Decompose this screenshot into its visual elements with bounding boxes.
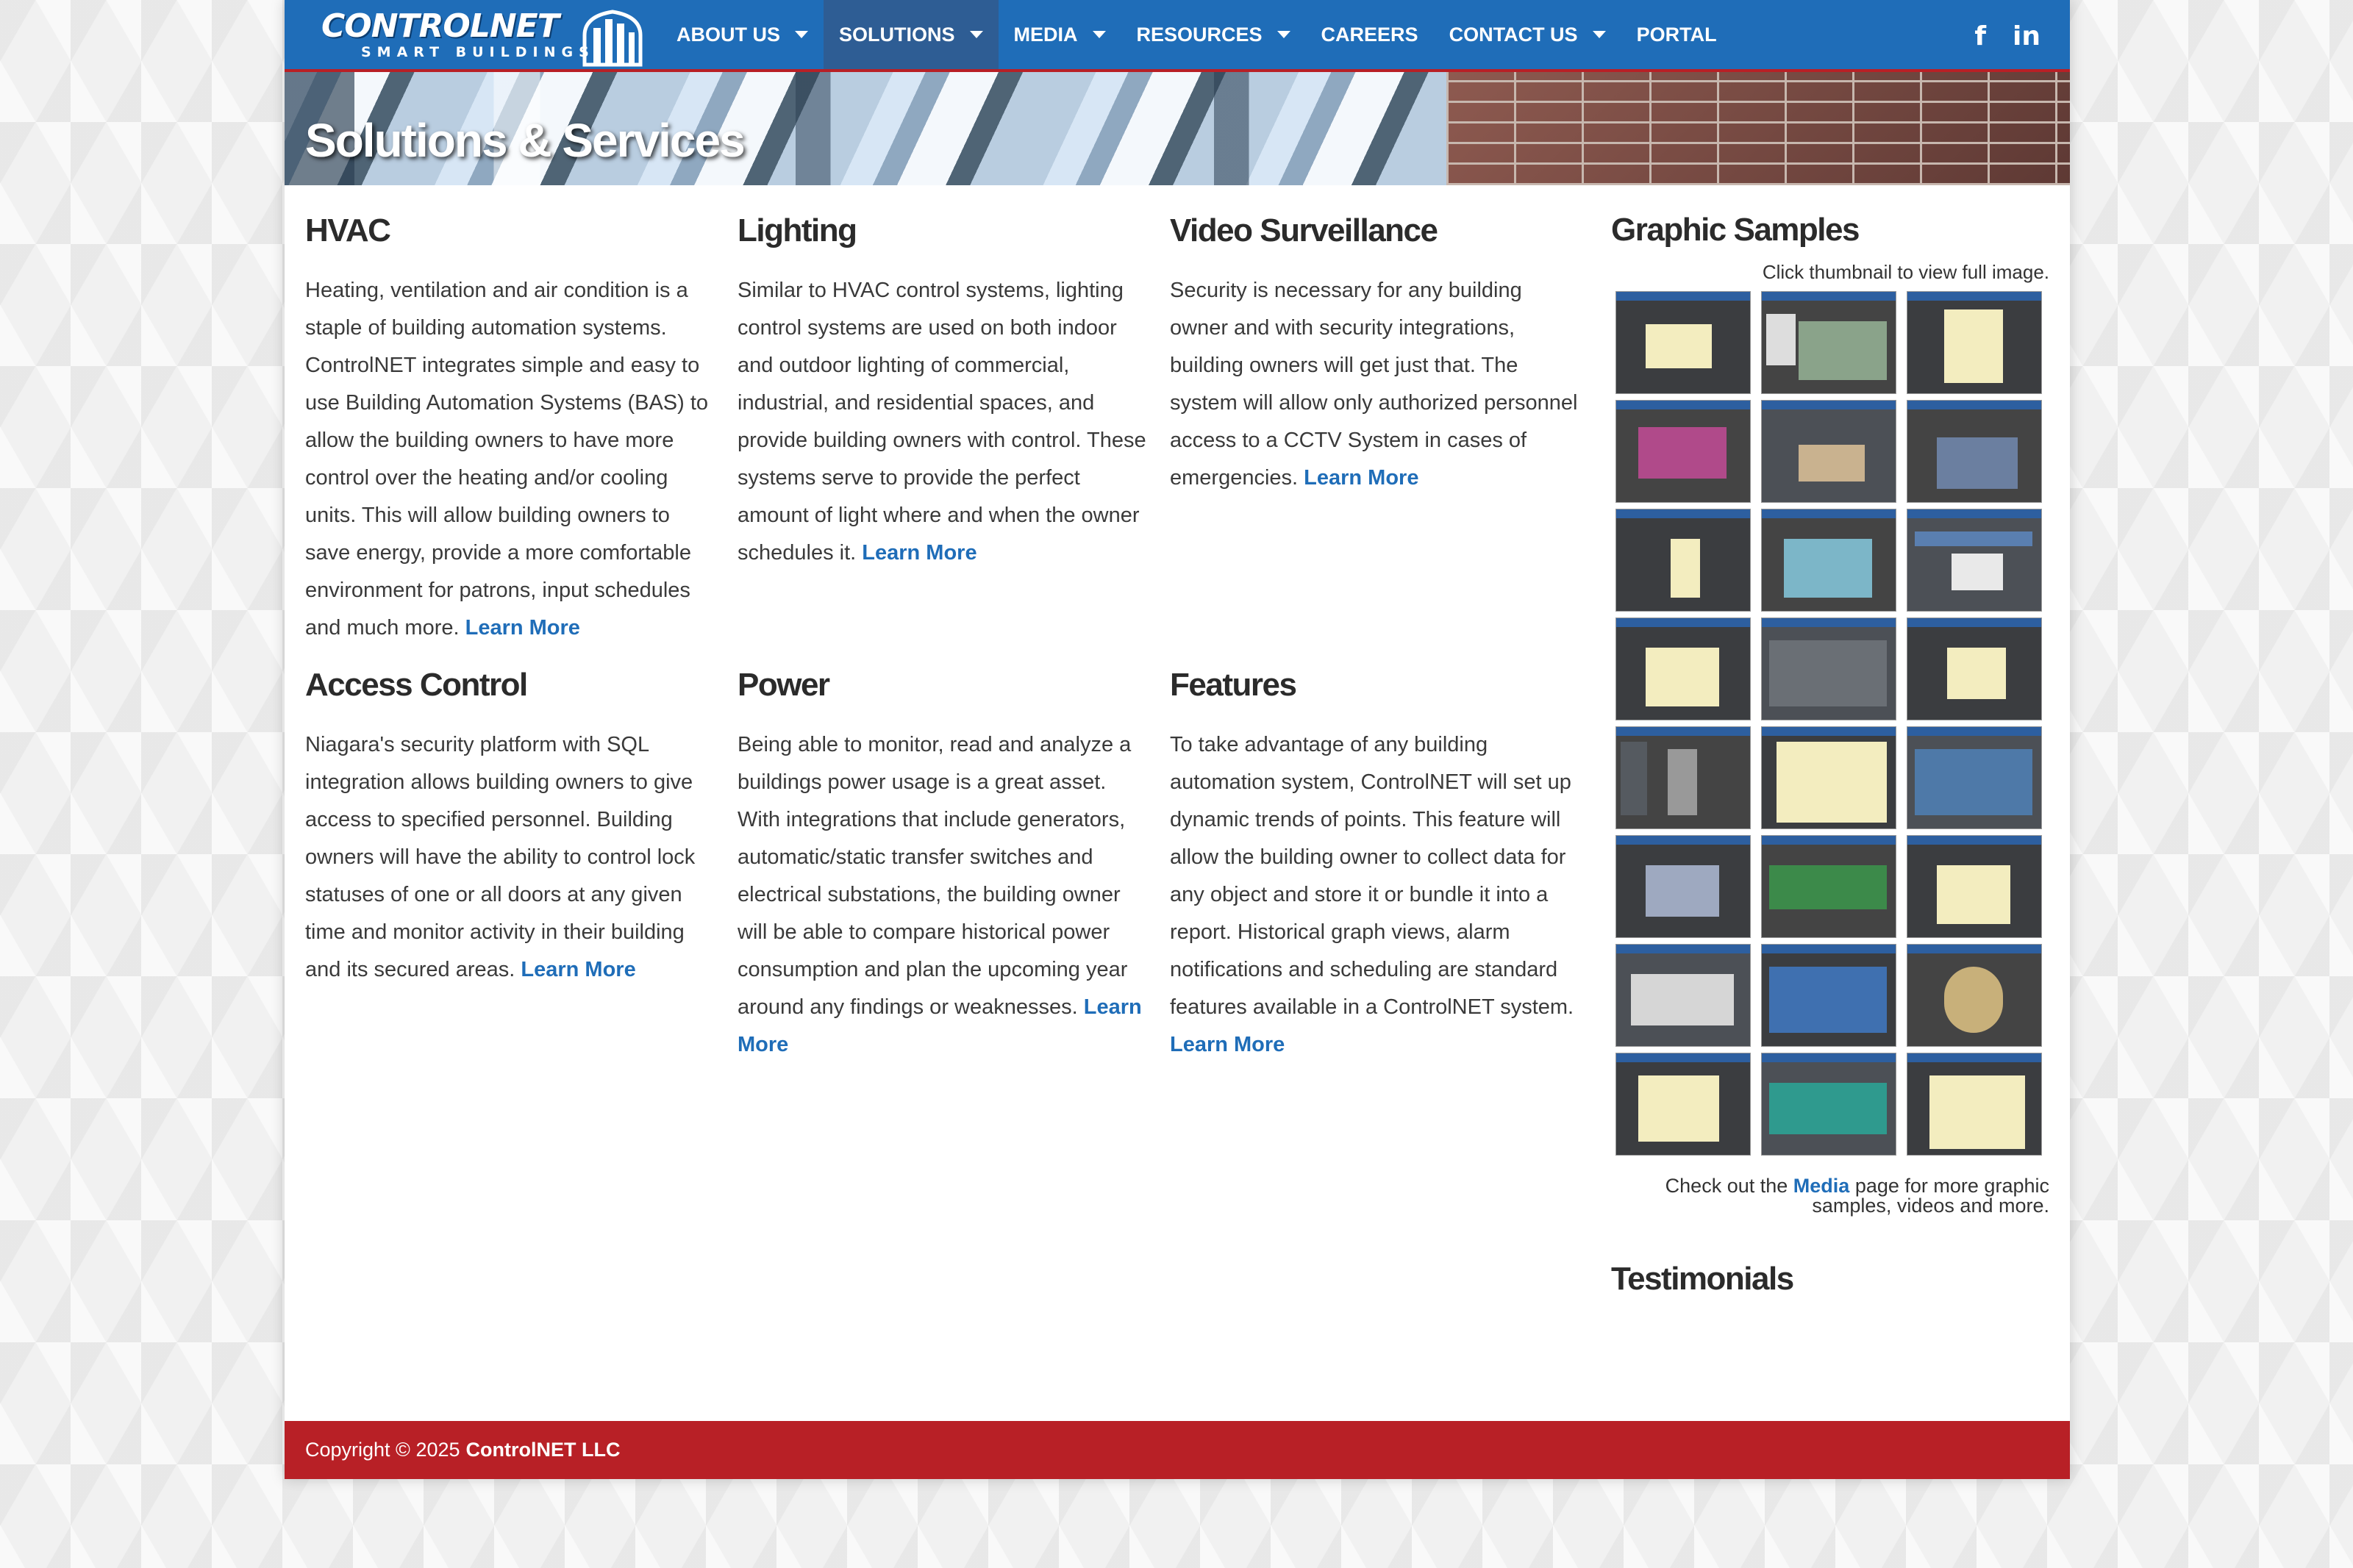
caret-down-icon <box>1092 31 1106 38</box>
section-text: Heating, ventilation and air condition i… <box>305 279 709 640</box>
graphic-thumbnail[interactable] <box>1615 291 1751 394</box>
graphic-thumbnail[interactable] <box>1615 944 1751 1047</box>
nav-contact-us-label: CONTACT US <box>1449 23 1578 46</box>
section-body: Similar to HVAC control systems, lightin… <box>738 272 1149 572</box>
section-body: Being able to monitor, read and analyze … <box>738 726 1149 1064</box>
section-text: Niagara's security platform with SQL int… <box>305 733 696 981</box>
section-title: Lighting <box>738 212 857 248</box>
facebook-icon[interactable]: f <box>1974 21 1986 53</box>
section-title: Features <box>1170 667 1297 703</box>
graphic-thumbnail[interactable] <box>1907 726 2042 829</box>
section-body: To take advantage of any building automa… <box>1170 726 1582 1064</box>
thumbnail-hint: Click thumbnail to view full image. <box>1762 261 2049 283</box>
linkedin-icon[interactable]: in <box>2013 21 2040 53</box>
graphic-thumbnail[interactable] <box>1615 1053 1751 1156</box>
nav-media-label: MEDIA <box>1013 23 1078 46</box>
graphic-thumbnail[interactable] <box>1615 617 1751 720</box>
sidebar-title: Graphic Samples <box>1611 212 1860 248</box>
media-note: Check out the Media page for more graphi… <box>1611 1176 2049 1216</box>
nav-resources[interactable]: RESOURCES <box>1121 0 1306 69</box>
nav-careers[interactable]: CAREERS <box>1306 0 1434 69</box>
caret-down-icon <box>1277 31 1290 38</box>
section-power: Power Being able to monitor, read and an… <box>738 665 1149 1064</box>
banner-brick-image <box>1446 72 2070 185</box>
section-text: To take advantage of any building automa… <box>1170 733 1574 1019</box>
nav-media[interactable]: MEDIA <box>999 0 1121 69</box>
caret-down-icon <box>1592 31 1606 38</box>
logo-subtitle: SMART BUILDINGS <box>361 44 595 60</box>
nav-solutions[interactable]: SOLUTIONS <box>824 0 999 69</box>
social-links: f in <box>1974 21 2040 53</box>
graphic-thumbnail[interactable] <box>1761 291 1896 394</box>
section-body: Niagara's security platform with SQL int… <box>305 726 717 989</box>
media-note-prefix: Check out the <box>1665 1175 1788 1197</box>
graphic-thumbnail[interactable] <box>1761 944 1896 1047</box>
logo-title: CONTROLNET <box>321 7 560 45</box>
nav-solutions-label: SOLUTIONS <box>839 23 955 46</box>
building-logo-icon <box>582 10 643 67</box>
testimonials-title: Testimonials <box>1611 1261 1794 1297</box>
section-body: Security is necessary for any building o… <box>1170 272 1582 497</box>
graphic-thumbnail[interactable] <box>1761 617 1896 720</box>
nav-resources-label: RESOURCES <box>1136 23 1263 46</box>
nav-about-us-label: ABOUT US <box>676 23 780 46</box>
section-text: Similar to HVAC control systems, lightin… <box>738 279 1146 565</box>
graphic-thumbnail[interactable] <box>1907 617 2042 720</box>
main-nav: ABOUT US SOLUTIONS MEDIA RESOURCES CAREE… <box>661 0 1732 72</box>
graphic-thumbnail[interactable] <box>1907 944 2042 1047</box>
graphic-thumbnail[interactable] <box>1761 835 1896 938</box>
nav-portal[interactable]: PORTAL <box>1621 0 1732 69</box>
nav-careers-label: CAREERS <box>1321 23 1418 46</box>
caret-down-icon <box>795 31 808 38</box>
nav-about-us[interactable]: ABOUT US <box>661 0 824 69</box>
graphic-thumbnail[interactable] <box>1907 1053 2042 1156</box>
site-header: CONTROLNET SMART BUILDINGS ABOUT US SOLU… <box>285 0 2070 72</box>
graphic-thumbnail[interactable] <box>1615 400 1751 503</box>
nav-contact-us[interactable]: CONTACT US <box>1434 0 1621 69</box>
graphic-thumbnail[interactable] <box>1761 400 1896 503</box>
learn-more-link[interactable]: Learn More <box>1304 466 1418 490</box>
learn-more-link[interactable]: Learn More <box>1170 1033 1285 1056</box>
graphic-thumbnail[interactable] <box>1615 726 1751 829</box>
learn-more-link[interactable]: Learn More <box>521 958 635 981</box>
section-title: Access Control <box>305 667 528 703</box>
caret-down-icon <box>969 31 983 38</box>
page-container: CONTROLNET SMART BUILDINGS ABOUT US SOLU… <box>285 0 2070 1479</box>
section-hvac: HVAC Heating, ventilation and air condit… <box>305 210 717 647</box>
section-text: Being able to monitor, read and analyze … <box>738 733 1132 1019</box>
graphic-thumbnail[interactable] <box>1907 400 2042 503</box>
nav-portal-label: PORTAL <box>1636 23 1717 46</box>
section-features: Features To take advantage of any buildi… <box>1170 665 1582 1064</box>
section-text: Security is necessary for any building o… <box>1170 279 1578 490</box>
graphic-samples-sidebar: Graphic Samples Click thumbnail to view … <box>1611 210 2049 1300</box>
graphic-thumbnail[interactable] <box>1761 509 1896 612</box>
section-title: Power <box>738 667 830 703</box>
section-access-control: Access Control Niagara's security platfo… <box>305 665 717 989</box>
section-title: Video Surveillance <box>1170 212 1438 248</box>
graphic-thumbnail[interactable] <box>1761 1053 1896 1156</box>
site-footer: Copyright © 2025 ControlNET LLC <box>285 1421 2070 1479</box>
graphic-thumbnail[interactable] <box>1907 291 2042 394</box>
graphic-thumbnail[interactable] <box>1615 509 1751 612</box>
company-name: ControlNET LLC <box>465 1439 621 1461</box>
media-link[interactable]: Media <box>1793 1175 1850 1197</box>
section-lighting: Lighting Similar to HVAC control systems… <box>738 210 1149 572</box>
learn-more-link[interactable]: Learn More <box>862 541 976 565</box>
page-title: Solutions & Services <box>305 114 746 167</box>
copyright-text: Copyright © 2025 <box>305 1439 460 1461</box>
thumbnail-grid <box>1615 291 2049 1156</box>
section-body: Heating, ventilation and air condition i… <box>305 272 717 647</box>
site-logo[interactable]: CONTROLNET SMART BUILDINGS <box>321 6 645 68</box>
section-title: HVAC <box>305 212 391 248</box>
graphic-thumbnail[interactable] <box>1907 509 2042 612</box>
graphic-thumbnail[interactable] <box>1761 726 1896 829</box>
graphic-thumbnail[interactable] <box>1907 835 2042 938</box>
graphic-thumbnail[interactable] <box>1615 835 1751 938</box>
learn-more-link[interactable]: Learn More <box>465 616 580 640</box>
hero-banner: Solutions & Services <box>285 72 2070 185</box>
section-video-surveillance: Video Surveillance Security is necessary… <box>1170 210 1582 497</box>
